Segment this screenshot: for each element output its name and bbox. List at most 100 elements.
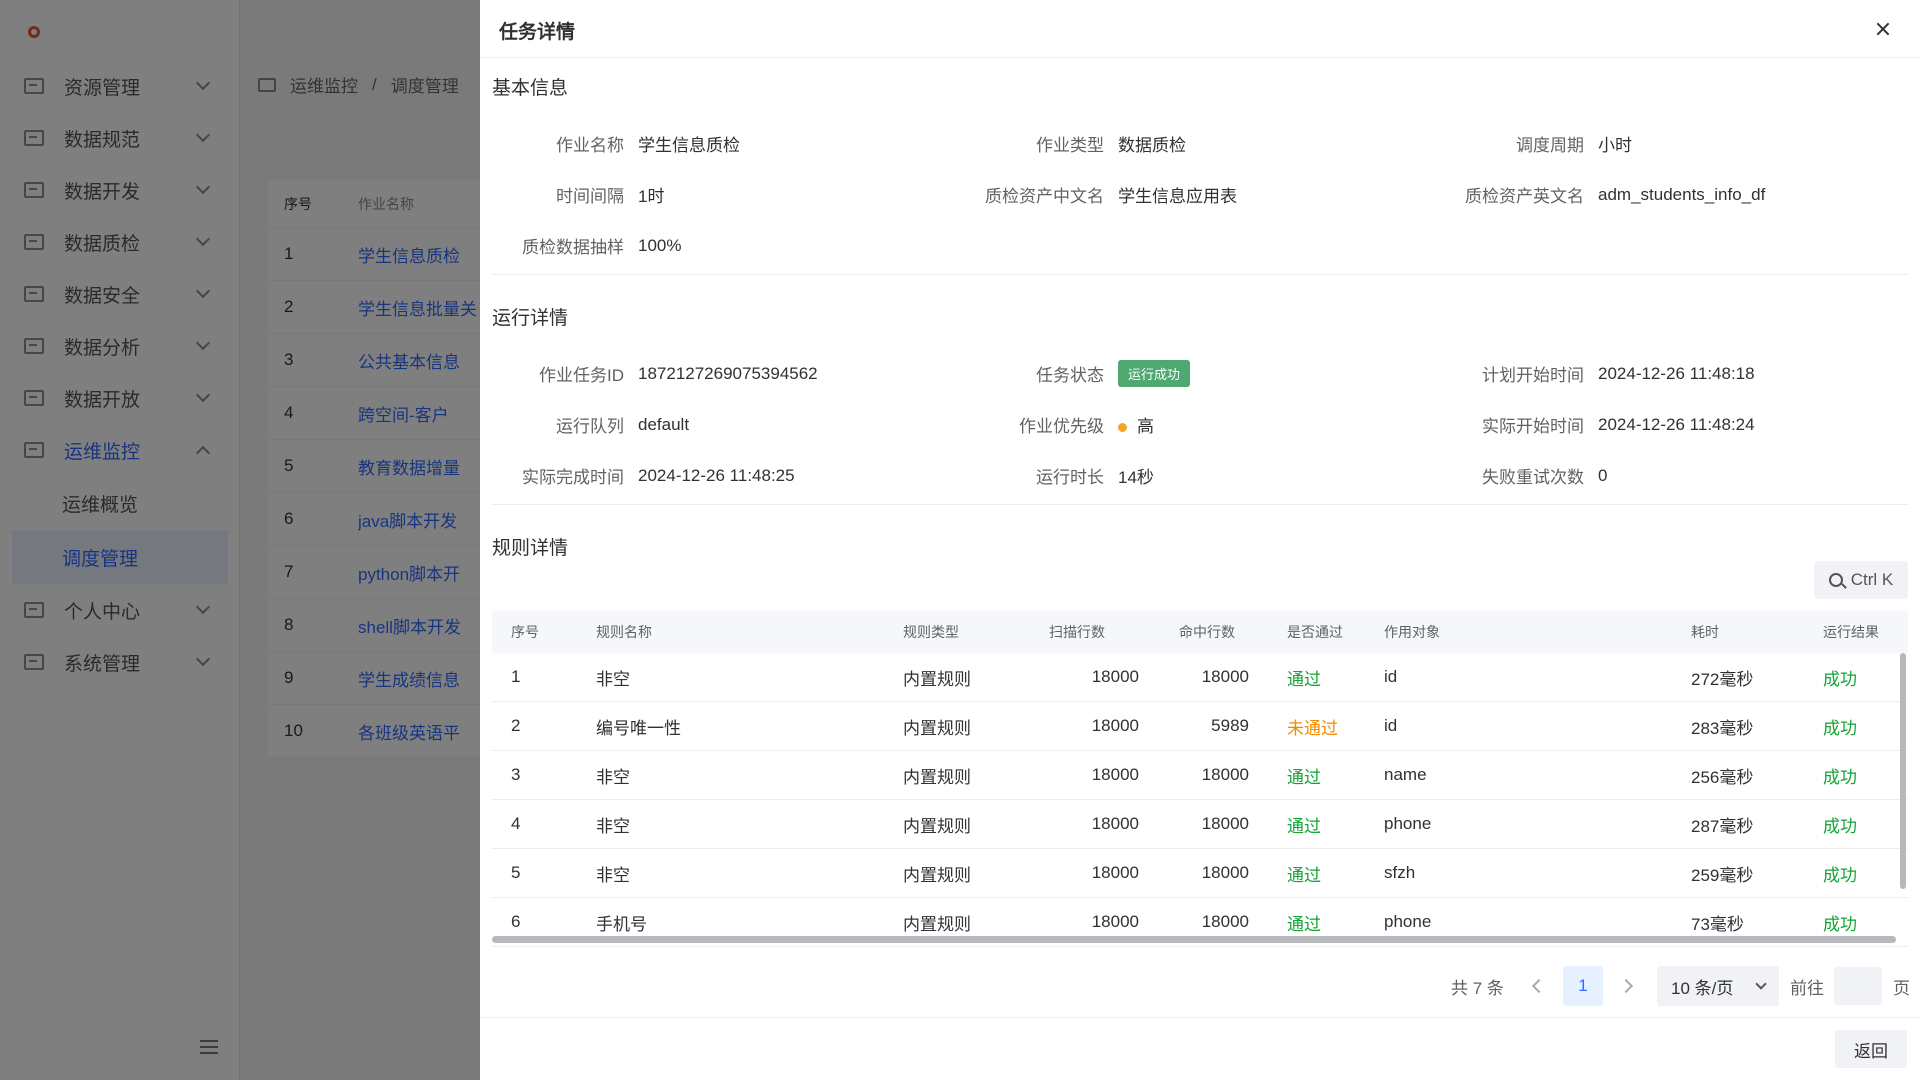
run-row: 运行队列 default 作业优先级高 实际开始时间 2024-12-26 11:4… xyxy=(480,399,1920,450)
cell-scan-rows: 18000 xyxy=(1091,863,1139,882)
cell-hit-rows: 18000 xyxy=(1201,912,1249,931)
cell-idx: 5 xyxy=(511,863,521,882)
close-icon[interactable] xyxy=(1872,17,1896,41)
cell-rule-name: 非空 xyxy=(596,669,630,689)
table-vertical-scrollbar[interactable] xyxy=(1900,653,1906,889)
kv-duration: 运行时长 14秒 xyxy=(1036,468,1154,487)
cell-time: 272毫秒 xyxy=(1691,669,1754,689)
kv-priority: 作业优先级高 xyxy=(1019,417,1154,436)
cell-result: 成功 xyxy=(1823,669,1857,689)
col-object: 作用对象 xyxy=(1384,624,1440,640)
cell-scan-rows: 18000 xyxy=(1091,667,1139,686)
cell-rule-type: 内置规则 xyxy=(903,669,971,689)
cell-scan-rows: 18000 xyxy=(1091,912,1139,931)
cell-rule-type: 内置规则 xyxy=(903,816,971,836)
search-icon xyxy=(1828,573,1843,587)
cell-time: 73毫秒 xyxy=(1691,914,1744,934)
table-row: 1 非空 内置规则 18000 18000 通过 id 272毫秒 成功 xyxy=(492,653,1908,702)
priority-dot-icon xyxy=(1118,423,1127,433)
cell-rule-name: 非空 xyxy=(596,865,630,885)
cell-idx: 3 xyxy=(511,765,521,784)
kv-job-type: 作业类型 数据质检 xyxy=(1036,136,1186,155)
prev-page-button[interactable] xyxy=(1527,966,1551,1006)
table-row: 5 非空 内置规则 18000 18000 通过 sfzh 259毫秒 成功 xyxy=(492,849,1908,898)
page-size-select[interactable]: 10 条/页 xyxy=(1657,966,1779,1006)
cell-idx: 4 xyxy=(511,814,521,833)
status-badge: 运行成功 xyxy=(1118,360,1191,387)
cell-pass-status: 通过 xyxy=(1287,669,1321,689)
kv-actual-start: 实际开始时间 2024-12-26 11:48:24 xyxy=(1482,414,1755,437)
back-button[interactable]: 返回 xyxy=(1835,1030,1907,1068)
cell-hit-rows: 18000 xyxy=(1201,667,1249,686)
kv-job-name: 作业名称 学生信息质检 xyxy=(556,136,740,155)
search-shortcut: Ctrl K xyxy=(1850,570,1894,589)
basic-row: 时间间隔 1时 质检资产中文名 学生信息应用表 质检资产英文名 adm_student… xyxy=(480,169,1920,220)
chevron-right-icon xyxy=(1618,978,1634,994)
basic-row: 质检数据抽样 100% xyxy=(480,220,1920,271)
page-suffix: 页 xyxy=(1893,978,1910,998)
run-row: 作业任务ID 1872127269075394562 任务状态 运行成功 计划开始时… xyxy=(480,348,1920,399)
basic-row: 作业名称 学生信息质检 作业类型 数据质检 调度周期 小时 xyxy=(480,118,1920,169)
cell-hit-rows: 18000 xyxy=(1201,863,1249,882)
section-title-basic: 基本信息 xyxy=(492,78,569,99)
table-horizontal-scrollbar[interactable] xyxy=(492,936,1896,943)
goto-page-input[interactable] xyxy=(1834,967,1882,1005)
pagination: 共 7 条 1 10 条/页 前往 页 xyxy=(480,966,1920,1006)
search-button[interactable]: Ctrl K xyxy=(1814,561,1908,599)
table-row: 4 非空 内置规则 18000 18000 通过 phone 287毫秒 成功 xyxy=(492,800,1908,849)
cell-result: 成功 xyxy=(1823,767,1857,787)
cell-object: phone xyxy=(1384,814,1432,833)
page-number-current[interactable]: 1 xyxy=(1563,966,1603,1006)
cell-result: 成功 xyxy=(1823,865,1857,885)
cell-object: id xyxy=(1384,667,1398,686)
col-rule-type: 规则类型 xyxy=(903,624,959,640)
cell-object: id xyxy=(1384,716,1398,735)
table-row: 2 编号唯一性 内置规则 18000 5989 未通过 id 283毫秒 成功 xyxy=(492,702,1908,751)
kv-interval: 时间间隔 1时 xyxy=(556,187,665,206)
cell-rule-name: 编号唯一性 xyxy=(596,718,681,738)
cell-idx: 6 xyxy=(511,912,521,931)
cell-pass-status: 通过 xyxy=(1287,914,1321,934)
kv-plan-start: 计划开始时间 2024-12-26 11:48:18 xyxy=(1482,363,1755,386)
cell-rule-type: 内置规则 xyxy=(903,914,971,934)
cell-time: 256毫秒 xyxy=(1691,767,1754,787)
col-pass: 是否通过 xyxy=(1287,624,1343,640)
chevron-down-icon xyxy=(1755,978,1767,990)
footer-divider xyxy=(480,1017,1920,1018)
cell-rule-type: 内置规则 xyxy=(903,767,971,787)
cell-rule-type: 内置规则 xyxy=(903,865,971,885)
rule-table-body: 1 非空 内置规则 18000 18000 通过 id 272毫秒 成功 2 编号唯一性 内置规则 18… xyxy=(492,653,1908,947)
cell-pass-status: 未通过 xyxy=(1287,718,1338,738)
kv-queue: 运行队列 default xyxy=(556,414,690,437)
divider xyxy=(492,274,1908,275)
col-idx: 序号 xyxy=(511,624,539,640)
cell-rule-name: 非空 xyxy=(596,767,630,787)
goto-wrapper xyxy=(1834,966,1882,1006)
kv-retry: 失败重试次数 0 xyxy=(1482,465,1608,488)
cell-hit-rows: 18000 xyxy=(1201,814,1249,833)
cell-time: 259毫秒 xyxy=(1691,865,1754,885)
rule-table-header: 序号 规则名称 规则类型 扫描行数 命中行数 是否通过 作用对象 耗时 运行结果 xyxy=(492,611,1908,653)
run-info-grid: 作业任务ID 1872127269075394562 任务状态 运行成功 计划开始时… xyxy=(480,348,1920,501)
drawer-header: 任务详情 xyxy=(480,0,1920,58)
priority-value: 高 xyxy=(1137,417,1154,436)
next-page-button[interactable] xyxy=(1614,966,1638,1006)
kv-cycle: 调度周期 小时 xyxy=(1516,136,1632,155)
cell-result: 成功 xyxy=(1823,718,1857,738)
task-detail-drawer: 任务详情 基本信息 作业名称 学生信息质检 作业类型 数据质检 调度周期 小时 时间间… xyxy=(480,0,1920,1080)
col-scan-rows: 扫描行数 xyxy=(1049,624,1105,640)
cell-object: sfzh xyxy=(1384,863,1416,882)
col-rule-name: 规则名称 xyxy=(596,624,652,640)
cell-pass-status: 通过 xyxy=(1287,816,1321,836)
pagination-total: 共 7 条 xyxy=(1451,978,1504,998)
cell-pass-status: 通过 xyxy=(1287,865,1321,885)
kv-actual-end: 实际完成时间 2024-12-26 11:48:25 xyxy=(522,465,795,488)
table-row: 3 非空 内置规则 18000 18000 通过 name 256毫秒 成功 xyxy=(492,751,1908,800)
cell-rule-type: 内置规则 xyxy=(903,718,971,738)
cell-scan-rows: 18000 xyxy=(1091,765,1139,784)
drawer-title: 任务详情 xyxy=(499,22,576,43)
basic-info-grid: 作业名称 学生信息质检 作业类型 数据质检 调度周期 小时 时间间隔 1时 质检资产中文… xyxy=(480,118,1920,271)
page-size-value: 10 条/页 xyxy=(1671,978,1734,998)
cell-result: 成功 xyxy=(1823,914,1857,934)
cell-idx: 1 xyxy=(511,667,521,686)
